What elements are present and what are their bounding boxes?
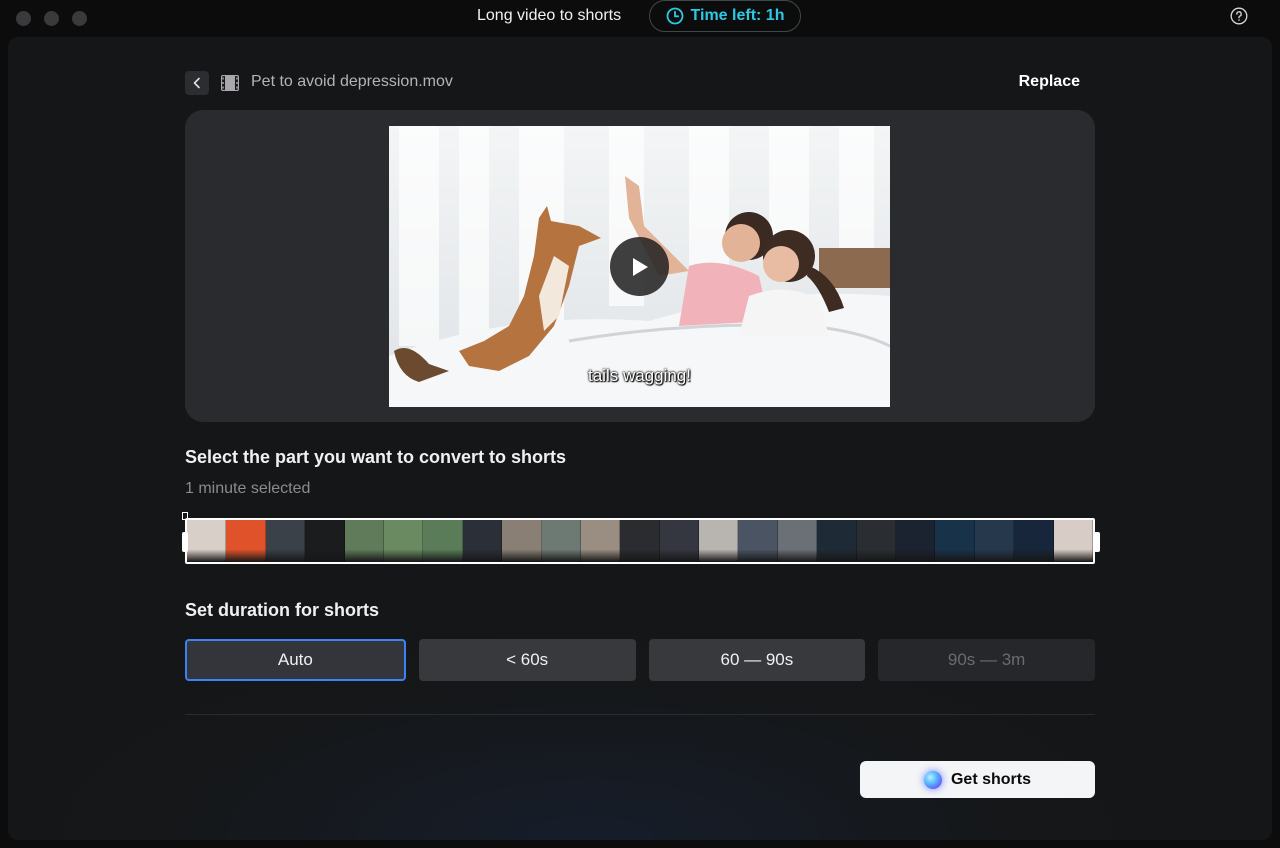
clock-icon xyxy=(666,7,683,25)
timeline-frame xyxy=(502,520,542,562)
selection-title: Select the part you want to convert to s… xyxy=(185,447,567,467)
timeline-frame xyxy=(620,520,660,562)
ai-orb-icon xyxy=(923,770,942,789)
duration-60-90s-button[interactable]: 60 — 90s xyxy=(648,639,866,681)
close-window-button[interactable] xyxy=(16,11,31,26)
timeline-frame xyxy=(935,520,975,562)
maximize-window-button[interactable] xyxy=(72,11,87,26)
duration-options: Auto < 60s 60 — 90s 90s — 3m xyxy=(185,639,1095,681)
timeline-frame xyxy=(580,520,621,562)
minimize-window-button[interactable] xyxy=(44,11,59,26)
timeline-frame xyxy=(541,520,581,562)
timeline-frame xyxy=(423,520,463,562)
time-left-badge[interactable]: Time left: 1h xyxy=(649,0,801,32)
timeline-frame xyxy=(462,520,503,562)
video-preview-card: tails wagging! xyxy=(185,110,1095,422)
help-icon[interactable] xyxy=(1230,7,1248,25)
trim-handle-left[interactable] xyxy=(182,532,188,552)
duration-auto-button[interactable]: Auto xyxy=(185,639,406,681)
play-button[interactable] xyxy=(610,237,669,296)
duration-title: Set duration for shorts xyxy=(185,600,380,620)
window-controls xyxy=(16,11,87,26)
back-button[interactable] xyxy=(185,71,209,95)
timeline-frame xyxy=(1014,520,1054,562)
timeline-frame xyxy=(699,520,739,562)
selection-status: 1 minute selected xyxy=(185,480,311,497)
file-name: Pet to avoid depression.mov xyxy=(251,73,453,90)
replace-button[interactable]: Replace xyxy=(1019,73,1080,91)
duration-under-60s-button[interactable]: < 60s xyxy=(418,639,636,681)
timeline-frame xyxy=(187,520,227,562)
timeline-frame xyxy=(817,520,857,562)
video-file-icon xyxy=(221,75,239,91)
get-shorts-button[interactable]: Get shorts xyxy=(860,761,1095,798)
file-header: Pet to avoid depression.mov Replace xyxy=(185,71,1080,95)
time-left-text: Time left: 1h xyxy=(690,7,785,24)
timeline-frame xyxy=(738,520,778,562)
timeline-frame xyxy=(896,520,936,562)
divider xyxy=(185,714,1095,715)
timeline-frame xyxy=(383,520,424,562)
timeline-frame xyxy=(974,520,1015,562)
timeline-frame xyxy=(265,520,306,562)
timeline-frame xyxy=(659,520,700,562)
video-caption: tails wagging! xyxy=(587,366,691,385)
duration-90s-3m-button: 90s — 3m xyxy=(878,639,1095,681)
title-bar: Long video to shorts Time left: 1h xyxy=(0,0,1280,36)
timeline-frame xyxy=(856,520,897,562)
video-player[interactable]: tails wagging! xyxy=(389,126,890,407)
play-icon xyxy=(632,257,648,276)
timeline-frame xyxy=(226,520,266,562)
timeline-frame xyxy=(344,520,384,562)
timeline-frame xyxy=(305,520,345,562)
app-title: Long video to shorts xyxy=(477,7,622,24)
timeline-frame xyxy=(777,520,818,562)
timeline-strip[interactable] xyxy=(185,518,1095,564)
chevron-left-icon xyxy=(193,77,200,89)
timeline-frame xyxy=(1053,520,1093,562)
get-shorts-label: Get shorts xyxy=(950,770,1031,788)
trim-handle-right[interactable] xyxy=(1094,532,1100,552)
